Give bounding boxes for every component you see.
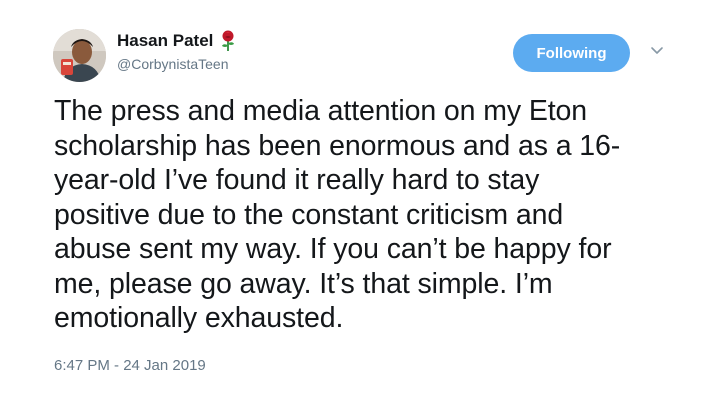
following-button[interactable]: Following	[513, 34, 630, 72]
avatar[interactable]	[53, 29, 106, 82]
tweet-text-line: year-old I’ve found it really hard to st…	[54, 164, 540, 196]
tweet-card: Hasan Patel @CorbynistaTeen Following Th…	[0, 0, 720, 405]
avatar-image	[53, 29, 106, 82]
tweet-text-line: positive due to the constant criticism a…	[54, 198, 564, 231]
tweet-text-line: The press and media attention on my Eton	[54, 95, 588, 127]
tweet-text-line: scholarship has been enormous and as a 1…	[54, 129, 621, 162]
tweet-timestamp[interactable]: 6:47 PM - 24 Jan 2019	[54, 357, 206, 374]
author-block: Hasan Patel @CorbynistaTeen	[117, 30, 237, 73]
author-name-row[interactable]: Hasan Patel	[117, 30, 237, 52]
chevron-down-icon[interactable]	[650, 46, 664, 56]
rose-icon	[219, 30, 237, 52]
author-handle[interactable]: @CorbynistaTeen	[117, 55, 237, 73]
tweet-text-line: me, please go away. It’s that simple. I’…	[54, 267, 553, 300]
tweet-text-line: abuse sent my way. If you can’t be happy…	[54, 233, 612, 265]
tweet-text: The press and media attention on my Eton…	[54, 94, 694, 336]
tweet-text-line: emotionally exhausted.	[54, 302, 344, 334]
author-display-name[interactable]: Hasan Patel	[117, 30, 213, 52]
